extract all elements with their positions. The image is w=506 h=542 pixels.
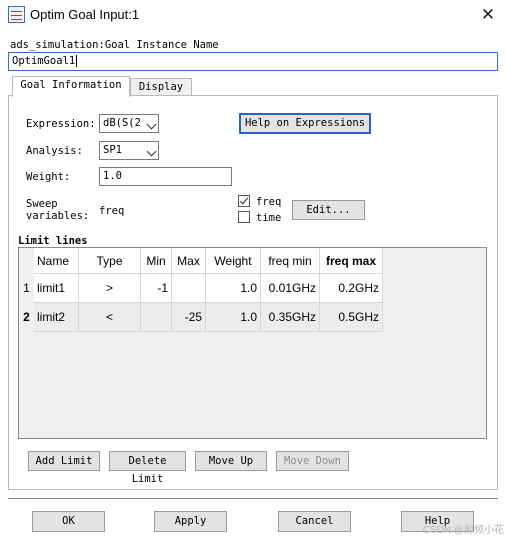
- column-header-name[interactable]: Name: [34, 248, 79, 274]
- instance-name-label: ads_simulation:Goal Instance Name: [10, 39, 219, 51]
- instance-name-value: OptimGoal1: [12, 55, 76, 67]
- column-header-freq-max[interactable]: freq max: [320, 248, 383, 274]
- title-bar: Optim Goal Input:1 ✕: [0, 0, 506, 30]
- table-cell[interactable]: >: [79, 274, 141, 303]
- edit-sweep-button[interactable]: Edit...: [292, 200, 365, 220]
- column-header-max[interactable]: Max: [172, 248, 206, 274]
- table-cell[interactable]: 0.35GHz: [261, 303, 320, 332]
- sweep-label: Sweep: [26, 198, 58, 210]
- weight-input[interactable]: 1.0: [99, 167, 232, 186]
- expression-value: dB(S(2: [103, 117, 141, 129]
- limit-lines-table: Name Type Min Max Weight freq min freq m…: [18, 247, 487, 439]
- table-cell[interactable]: <: [79, 303, 141, 332]
- freq-checkbox-label: freq: [256, 196, 282, 208]
- column-header-type[interactable]: Type: [79, 248, 141, 274]
- expression-dropdown[interactable]: dB(S(2: [99, 114, 159, 133]
- table-cell[interactable]: limit2: [34, 303, 79, 332]
- weight-label: Weight:: [26, 171, 71, 183]
- delete-limit-button[interactable]: Delete Limit: [109, 451, 186, 485]
- time-checkbox[interactable]: [238, 211, 250, 223]
- sweep-variables-label: variables:: [26, 210, 90, 222]
- freq-checkbox[interactable]: [238, 195, 250, 207]
- table-cell[interactable]: limit1: [34, 274, 79, 303]
- analysis-value: SP1: [103, 144, 122, 156]
- move-down-button[interactable]: Move Down: [276, 451, 349, 471]
- table-corner: [19, 248, 34, 274]
- table-cell[interactable]: 0.01GHz: [261, 274, 320, 303]
- checkmark-icon: [239, 195, 249, 205]
- column-header-freq-min[interactable]: freq min: [261, 248, 320, 274]
- close-icon[interactable]: ✕: [476, 3, 500, 27]
- add-limit-button[interactable]: Add Limit: [28, 451, 100, 471]
- move-up-button[interactable]: Move Up: [195, 451, 267, 471]
- watermark: CSDN @射频小花: [422, 525, 504, 536]
- instance-name-input[interactable]: OptimGoal1: [8, 52, 498, 71]
- sweep-variables-value: freq: [99, 205, 125, 217]
- column-header-min[interactable]: Min: [141, 248, 172, 274]
- cancel-button[interactable]: Cancel: [278, 511, 351, 532]
- column-header-weight[interactable]: Weight: [206, 248, 261, 274]
- expression-label: Expression:: [26, 118, 96, 130]
- ok-button[interactable]: OK: [32, 511, 105, 532]
- table-cell[interactable]: [141, 303, 172, 332]
- help-on-expressions-button[interactable]: Help on Expressions: [239, 113, 371, 134]
- window-title: Optim Goal Input:1: [30, 7, 140, 22]
- footer-divider: [8, 498, 498, 499]
- apply-button[interactable]: Apply: [154, 511, 227, 532]
- table-cell[interactable]: 1.0: [206, 274, 261, 303]
- chevron-down-icon: [146, 119, 157, 130]
- table-cell[interactable]: [172, 274, 206, 303]
- table-cell[interactable]: 1.0: [206, 303, 261, 332]
- app-icon: [8, 6, 25, 23]
- text-caret: [76, 55, 78, 67]
- tab-goal-information[interactable]: Goal Information: [12, 76, 130, 97]
- table-cell[interactable]: -25: [172, 303, 206, 332]
- analysis-dropdown[interactable]: SP1: [99, 141, 159, 160]
- analysis-label: Analysis:: [26, 145, 83, 157]
- table-cell[interactable]: 0.5GHz: [320, 303, 383, 332]
- row-header[interactable]: 2: [19, 303, 34, 332]
- time-checkbox-label: time: [256, 212, 282, 224]
- row-header[interactable]: 1: [19, 274, 34, 303]
- chevron-down-icon: [146, 146, 157, 157]
- table-cell[interactable]: -1: [141, 274, 172, 303]
- limit-lines-title: Limit lines: [18, 235, 88, 247]
- table-cell[interactable]: 0.2GHz: [320, 274, 383, 303]
